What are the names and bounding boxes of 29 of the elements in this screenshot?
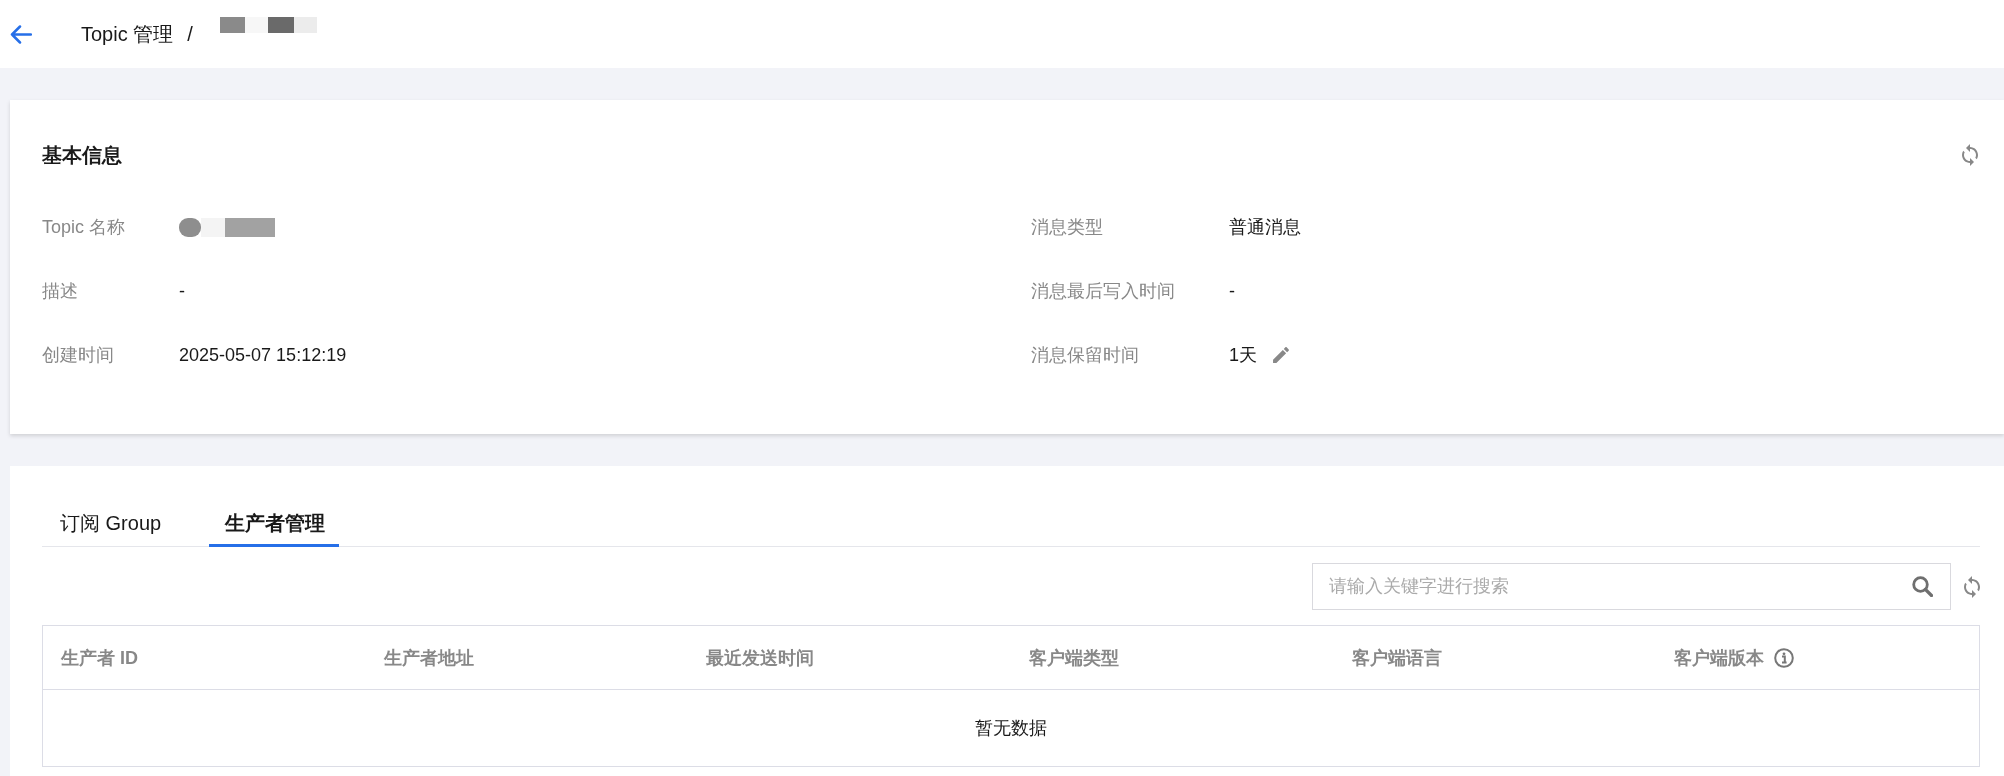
field-label: Topic 名称 (42, 216, 126, 239)
field-value: 普通消息 (1229, 216, 1301, 239)
pencil-icon[interactable] (1273, 347, 1289, 363)
card-title: 基本信息 (42, 142, 122, 168)
field-label: 消息类型 (1031, 216, 1103, 239)
empty-message: 暂无数据 (975, 717, 1047, 740)
field-value: 2025-05-07 15:12:19 (179, 344, 347, 366)
field-label: 描述 (42, 280, 78, 303)
field-value: - (179, 280, 186, 302)
search-icon[interactable] (1912, 576, 1933, 597)
breadcrumb-link[interactable]: Topic 管理 (81, 20, 174, 48)
column-header: 客户端版本 (1674, 646, 1765, 670)
tab[interactable]: 生产者管理 (209, 499, 340, 547)
column-header: 生产者地址 (383, 646, 474, 670)
field-label: 消息保留时间 (1031, 344, 1139, 367)
field-label: 创建时间 (42, 344, 114, 367)
refresh-icon[interactable] (1964, 575, 1980, 598)
column-header: 最近发送时间 (706, 646, 815, 670)
breadcrumb-separator: / (187, 22, 193, 46)
column-header: 客户端类型 (1029, 646, 1119, 670)
field-value: - (1229, 280, 1235, 302)
field-label: 消息最后写入时间 (1031, 280, 1175, 303)
column-header: 生产者 ID (61, 646, 138, 670)
back-arrow-icon[interactable] (10, 24, 32, 44)
search-field[interactable]: 请输入关键字进行搜索 (1312, 563, 1951, 610)
field-value: 1天 (1229, 344, 1257, 367)
refresh-icon[interactable] (1962, 144, 1978, 166)
tab[interactable]: 订阅 Group (44, 499, 176, 547)
column-header: 客户端语言 (1351, 646, 1442, 670)
